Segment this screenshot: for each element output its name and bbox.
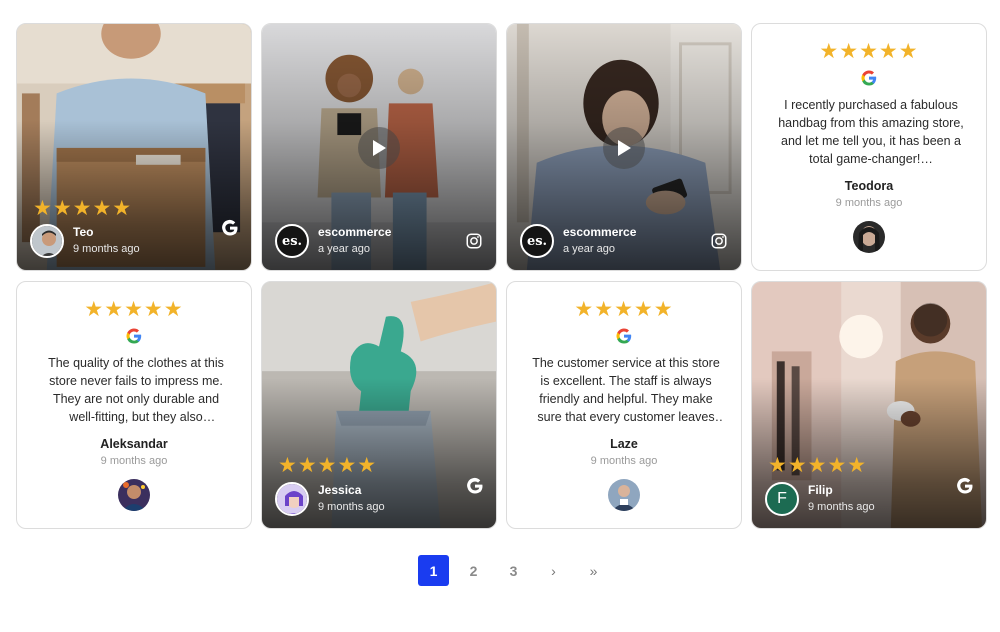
avatar — [118, 479, 150, 511]
page-1-button[interactable]: 1 — [418, 555, 449, 586]
star-rating: ★★★★★ — [278, 454, 378, 477]
review-time: a year ago — [563, 243, 615, 255]
avatar — [275, 482, 309, 516]
reviewer-name: Laze — [610, 437, 638, 451]
reviewer-name: Teodora — [844, 179, 894, 193]
page-2-button[interactable]: 2 — [458, 555, 489, 586]
pagination: 1 2 3 › » — [418, 555, 618, 586]
next-page-button[interactable]: › — [538, 555, 569, 586]
last-page-button[interactable]: » — [578, 555, 609, 586]
avatar: es. — [520, 224, 554, 258]
star-rating: ★★★★★ — [819, 40, 919, 63]
instagram-icon — [466, 233, 482, 249]
star-rating: ★★★★★ — [768, 454, 868, 477]
review-time: 9 months ago — [835, 197, 903, 209]
reviewer-name: Jessica — [318, 483, 362, 497]
avatar — [608, 479, 640, 511]
google-icon — [222, 219, 238, 236]
review-card[interactable]: ★★★★★ The customer service at this store… — [506, 281, 742, 529]
review-text: The customer service at this store is ex… — [532, 356, 720, 424]
avatar-text: es. — [281, 233, 303, 249]
avatar — [853, 221, 885, 253]
star-rating: ★★★★★ — [574, 298, 674, 321]
review-time: 9 months ago — [100, 455, 168, 467]
star-rating: ★★★★★ — [84, 298, 184, 321]
google-icon — [126, 328, 142, 344]
review-time: 9 months ago — [590, 455, 658, 467]
instagram-icon — [711, 233, 727, 249]
avatar: F — [765, 482, 799, 516]
review-text: The quality of the clothes at this store… — [48, 356, 224, 424]
google-icon — [616, 328, 632, 344]
review-card[interactable]: ★★★★★ Teo 9 months ago — [16, 23, 252, 271]
star-rating: ★★★★★ — [33, 197, 133, 220]
reviewer-name: escommerce — [563, 225, 637, 239]
review-time: 9 months ago — [808, 501, 875, 513]
review-card[interactable]: ★★★★★ The quality of the clothes at this… — [16, 281, 252, 529]
review-card[interactable]: ★★★★★ I recently purchased a fabulous ha… — [751, 23, 987, 271]
google-icon — [467, 477, 483, 494]
reviewer-name: Filip — [808, 483, 833, 497]
review-card[interactable]: es. escommerce a year ago — [261, 23, 497, 271]
review-card[interactable]: ★★★★★ F Filip 9 months ago — [751, 281, 987, 529]
avatar-text: es. — [526, 233, 548, 249]
play-button[interactable] — [358, 127, 400, 169]
review-text: I recently purchased a fabulous handbag … — [778, 98, 964, 166]
page-3-button[interactable]: 3 — [498, 555, 529, 586]
play-button[interactable] — [603, 127, 645, 169]
avatar — [30, 224, 64, 258]
reviewer-name: Teo — [73, 225, 94, 239]
review-time: a year ago — [318, 243, 370, 255]
reviews-grid: ★★★★★ Teo 9 months ago es. escommerce a … — [16, 23, 987, 529]
reviewer-name: escommerce — [318, 225, 392, 239]
google-icon — [861, 70, 877, 86]
avatar-letter: F — [777, 490, 787, 507]
review-card[interactable]: ★★★★★ Jessica 9 months ago — [261, 281, 497, 529]
google-icon — [957, 477, 973, 494]
play-icon — [618, 140, 631, 156]
play-icon — [373, 140, 386, 156]
review-card[interactable]: es. escommerce a year ago — [506, 23, 742, 271]
review-time: 9 months ago — [318, 501, 385, 513]
avatar: es. — [275, 224, 309, 258]
review-time: 9 months ago — [73, 243, 140, 255]
reviewer-name: Aleksandar — [100, 437, 168, 451]
